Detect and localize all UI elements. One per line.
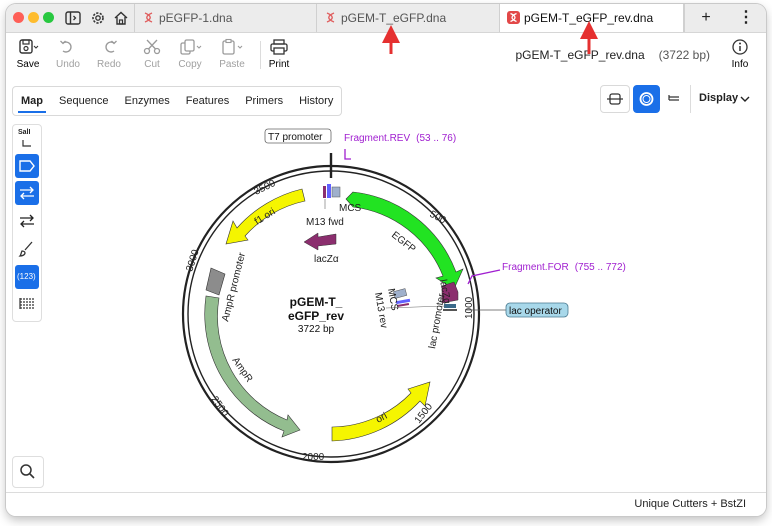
mcs-top-marker (323, 186, 326, 198)
fragment-rev-primer[interactable] (344, 149, 351, 160)
tick-3500: 3500 (252, 178, 277, 198)
status-bar: Unique Cutters + BstZI (6, 492, 766, 516)
fragment-for-label: Fragment.FOR (755 .. 772) (502, 262, 626, 273)
plasmid-name-line2: eGFP_rev (288, 309, 344, 323)
status-text[interactable]: Unique Cutters + BstZI (634, 498, 746, 510)
promoter-marker (443, 309, 457, 311)
ampr-promoter-feature[interactable] (205, 267, 226, 296)
mcs-top-label: MCS (339, 203, 362, 214)
lacz-top-label: lacZα (314, 254, 339, 265)
tick-2000: 2000 (302, 452, 325, 463)
plasmid-map[interactable]: 500 1000 1500 2000 2500 3000 3500 EGFP f… (6, 4, 766, 492)
tick-3000: 3000 (184, 248, 201, 273)
lac-top-marker (331, 186, 341, 198)
tick-1000: 1000 (464, 296, 475, 319)
plasmid-name-line1: pGEM-T_ (290, 295, 343, 309)
ampr-promoter-label: AmpR promoter (220, 251, 248, 323)
t7-promoter-label: T7 promoter (268, 132, 323, 143)
fragment-rev-label: Fragment.REV (53 .. 76) (344, 133, 456, 144)
plasmid-length: 3722 bp (298, 324, 335, 335)
lacz-top-feature[interactable] (303, 232, 337, 251)
ampr-feature[interactable] (204, 295, 301, 438)
tick-500: 500 (428, 209, 448, 227)
lac-promoter-label: lac promoter (427, 292, 448, 349)
app-window: pEGFP-1.dna pGEM-T_eGFP.dna pGEM-T_eGFP_… (6, 4, 766, 516)
tick-2500: 2500 (209, 394, 231, 419)
mcs-top-marker (327, 184, 331, 198)
m13fwd-label: M13 fwd (306, 217, 344, 228)
lac-operator-label: lac operator (509, 306, 562, 317)
